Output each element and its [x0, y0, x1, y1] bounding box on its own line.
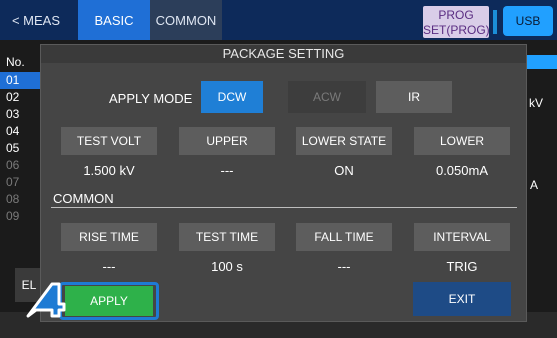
- interval-button[interactable]: INTERVAL: [414, 223, 510, 251]
- top-bar: < MEAS BASIC COMMON PROG SET(PROG) USB: [0, 0, 557, 40]
- usb-indicator: USB: [503, 6, 553, 36]
- test-volt-button[interactable]: TEST VOLT: [61, 127, 157, 155]
- list-item[interactable]: 01: [0, 72, 40, 89]
- list-item[interactable]: 08: [0, 191, 40, 208]
- upper-button[interactable]: UPPER: [179, 127, 275, 155]
- screen: < MEAS BASIC COMMON PROG SET(PROG) USB N…: [0, 0, 557, 338]
- tab-common[interactable]: COMMON: [150, 0, 222, 40]
- test-volt-value: 1.500 kV: [83, 163, 135, 178]
- dialog-title: PACKAGE SETTING: [41, 45, 526, 63]
- prog-label: PROG: [438, 8, 474, 22]
- list-item[interactable]: 09: [0, 208, 40, 225]
- rise-time-button[interactable]: RISE TIME: [61, 223, 157, 251]
- background-unit-kv: kV: [529, 96, 544, 110]
- mode-ir-button[interactable]: IR: [376, 81, 452, 113]
- tab-meas[interactable]: < MEAS: [0, 0, 72, 40]
- list-item[interactable]: 06: [0, 157, 40, 174]
- background-unit-a: A: [530, 178, 539, 192]
- fall-time-button[interactable]: FALL TIME: [296, 223, 392, 251]
- lower-button[interactable]: LOWER: [414, 127, 510, 155]
- list-item[interactable]: 05: [0, 140, 40, 157]
- section-divider: [51, 207, 517, 208]
- tab-basic[interactable]: BASIC: [78, 0, 150, 40]
- list-item[interactable]: 03: [0, 106, 40, 123]
- package-setting-dialog: PACKAGE SETTING APPLY MODE DCW ACW IR TE…: [40, 44, 527, 322]
- lower-state-value: ON: [334, 163, 354, 178]
- fall-time-value: ---: [337, 259, 351, 274]
- mode-dcw-button[interactable]: DCW: [201, 81, 263, 113]
- rise-time-value: ---: [102, 259, 116, 274]
- usb-indicator-bar: [493, 10, 497, 34]
- lower-state-button[interactable]: LOWER STATE: [296, 127, 392, 155]
- step-badge-shape: [26, 282, 66, 318]
- list-item[interactable]: 07: [0, 174, 40, 191]
- mode-acw-button[interactable]: ACW: [288, 81, 366, 113]
- upper-value: ---: [220, 163, 234, 178]
- lower-value: 0.050mA: [435, 163, 489, 178]
- interval-value: TRIG: [446, 259, 478, 274]
- background-highlight-strip: [522, 55, 557, 69]
- prog-set-label: SET(PROG): [423, 23, 490, 37]
- common-section-label: COMMON: [53, 191, 114, 206]
- prog-indicator: PROG SET(PROG): [423, 6, 490, 38]
- list-header-no: No.: [6, 55, 25, 69]
- list-item[interactable]: 04: [0, 123, 40, 140]
- exit-button[interactable]: EXIT: [413, 282, 511, 316]
- test-time-value: 100 s: [211, 259, 243, 274]
- test-time-button[interactable]: TEST TIME: [179, 223, 275, 251]
- list-item[interactable]: 02: [0, 89, 40, 106]
- step-number-badge: 4: [26, 282, 66, 318]
- apply-button[interactable]: APPLY: [65, 286, 153, 316]
- apply-mode-label: APPLY MODE: [109, 91, 193, 106]
